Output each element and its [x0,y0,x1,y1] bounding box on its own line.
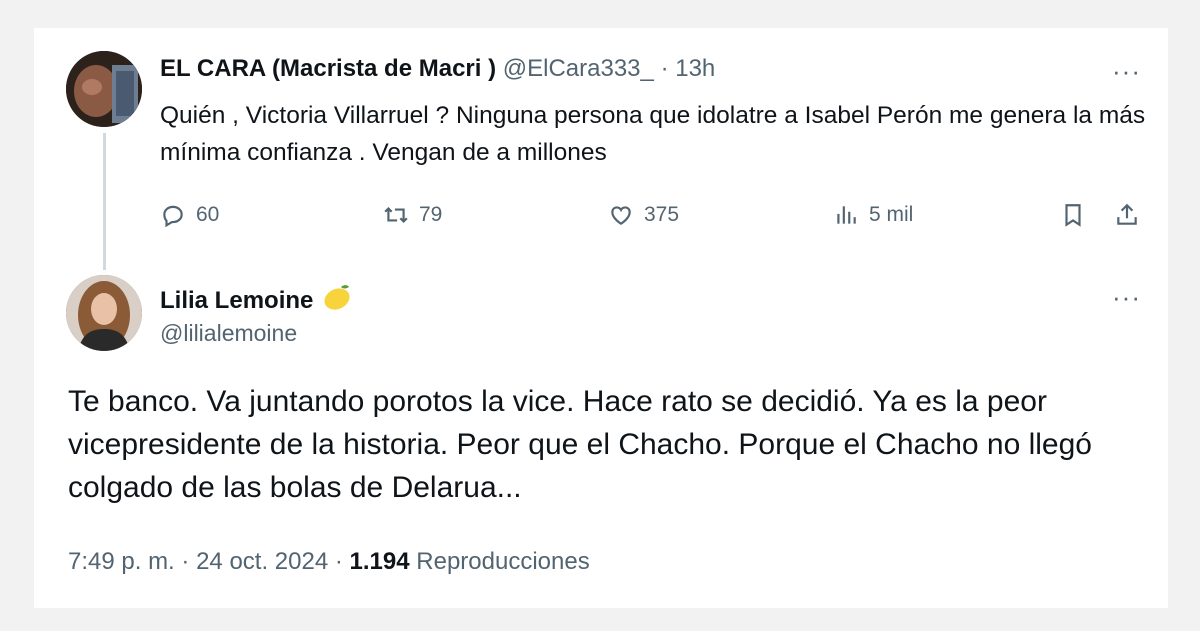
tweet1-author-name[interactable]: EL CARA (Macrista de Macri ) [160,55,496,82]
views-count: 5 mil [869,203,914,226]
bookmark-icon [1065,204,1081,227]
tweet1-header: EL CARA (Macrista de Macri ) @ElCara333_… [160,55,715,83]
repost-count: 79 [419,203,443,226]
repost-icon [384,206,408,224]
tweet1-text: Quién , Victoria Villarruel ? Ninguna pe… [160,102,1146,166]
reply-button[interactable]: 60 [160,198,219,232]
more-icon[interactable]: ··· [1112,282,1141,313]
reply-count: 60 [196,203,220,226]
like-count: 375 [644,203,680,226]
tweet2-meta: 7:49 p. m. · 24 oct. 2024 · 1.194 Reprod… [68,548,590,576]
like-button[interactable]: 375 [608,198,679,232]
views-icon [837,206,856,224]
tweet1-time[interactable]: 13h [675,55,715,82]
bookmark-button[interactable] [1060,198,1096,232]
avatar-lilia-lemoine[interactable] [66,275,142,351]
tweet2-author[interactable]: Lilia Lemoine [160,282,353,319]
tweet1-handle[interactable]: @ElCara333_ [503,55,654,82]
like-icon [611,206,631,225]
tweet2-author-name[interactable]: Lilia Lemoine [160,287,313,315]
more-icon[interactable]: ··· [1112,56,1141,87]
tweet2-date[interactable]: 24 oct. 2024 [196,548,328,575]
tweet2-handle[interactable]: @lilialemoine [160,320,297,347]
reply-icon [163,205,183,228]
tweet1-separator: · [660,55,669,82]
tweet2-views-label: Reproducciones [416,548,590,575]
share-button[interactable] [1114,198,1150,232]
lemon-emoji [321,282,353,319]
share-icon [1117,203,1137,225]
avatar-el-cara[interactable] [66,51,142,127]
tweet2-views-count: 1.194 [349,548,410,575]
meta-separator: · [334,548,343,575]
thread-line [103,133,106,270]
tweet2-text: Te banco. Va juntando porotos la vice. H… [68,385,1092,504]
tweet2-time[interactable]: 7:49 p. m. [68,548,175,575]
views-button[interactable]: 5 mil [833,198,913,232]
meta-separator: · [181,548,190,575]
repost-button[interactable]: 79 [383,198,442,232]
